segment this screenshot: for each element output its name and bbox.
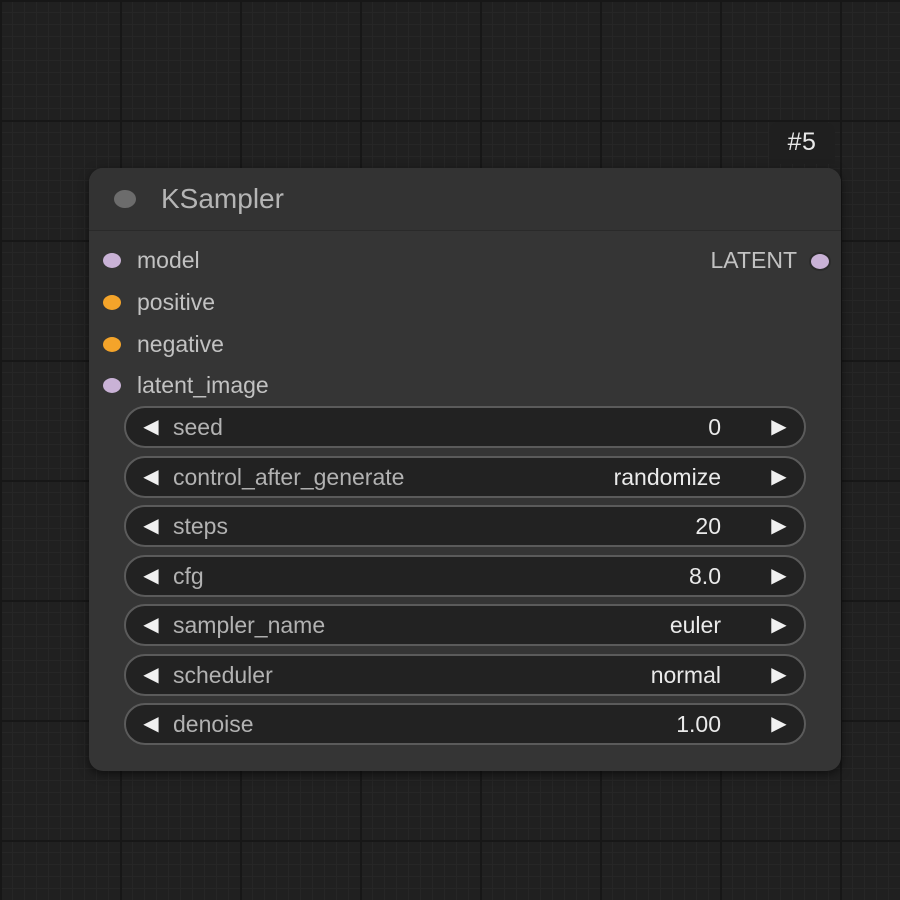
widget-value[interactable]: 0 — [708, 408, 721, 446]
collapse-toggle-icon[interactable] — [114, 190, 136, 208]
increment-arrow-icon[interactable]: ▶ — [767, 656, 791, 694]
widget-denoise[interactable]: ◀ denoise 1.00 ▶ — [124, 703, 806, 745]
widget-value[interactable]: 20 — [695, 507, 721, 545]
increment-arrow-icon[interactable]: ▶ — [767, 557, 791, 595]
widget-label: seed — [173, 414, 223, 440]
increment-arrow-icon[interactable]: ▶ — [767, 507, 791, 545]
decrement-arrow-icon[interactable]: ◀ — [139, 408, 163, 446]
increment-arrow-icon[interactable]: ▶ — [767, 458, 791, 496]
widget-label: cfg — [173, 563, 204, 589]
node-header[interactable]: KSampler — [89, 168, 841, 231]
widget-label: scheduler — [173, 662, 273, 688]
widget-value[interactable]: normal — [651, 656, 721, 694]
widget-label: denoise — [173, 711, 254, 737]
widget-label: sampler_name — [173, 612, 326, 638]
input-slot-label: model — [137, 247, 200, 273]
ksampler-node[interactable]: KSampler model positive negative latent_… — [89, 168, 841, 771]
decrement-arrow-icon[interactable]: ◀ — [139, 656, 163, 694]
widget-value[interactable]: 8.0 — [689, 557, 721, 595]
decrement-arrow-icon[interactable]: ◀ — [139, 606, 163, 644]
widget-cfg[interactable]: ◀ cfg 8.0 ▶ — [124, 555, 806, 597]
input-slot-label: latent_image — [137, 372, 269, 398]
widget-control-after-generate[interactable]: ◀ control_after_generate randomize ▶ — [124, 456, 806, 498]
decrement-arrow-icon[interactable]: ◀ — [139, 458, 163, 496]
widget-value[interactable]: 1.00 — [676, 705, 721, 743]
widget-scheduler[interactable]: ◀ scheduler normal ▶ — [124, 654, 806, 696]
increment-arrow-icon[interactable]: ▶ — [767, 408, 791, 446]
decrement-arrow-icon[interactable]: ◀ — [139, 705, 163, 743]
input-slot-dot-icon[interactable] — [103, 295, 121, 310]
input-slot-label: positive — [137, 289, 215, 315]
input-slot-dot-icon[interactable] — [103, 253, 121, 268]
graph-canvas[interactable]: #5 KSampler model positive negative late… — [0, 0, 900, 900]
widget-value[interactable]: euler — [670, 606, 721, 644]
decrement-arrow-icon[interactable]: ◀ — [139, 557, 163, 595]
input-slot-label: negative — [137, 331, 224, 357]
widget-label: control_after_generate — [173, 464, 405, 490]
output-slot-dot-icon[interactable] — [809, 252, 831, 271]
output-slot-latent[interactable]: LATENT — [631, 245, 831, 275]
node-title: KSampler — [161, 183, 284, 214]
input-slot-dot-icon[interactable] — [103, 378, 121, 393]
decrement-arrow-icon[interactable]: ◀ — [139, 507, 163, 545]
widget-sampler-name[interactable]: ◀ sampler_name euler ▶ — [124, 604, 806, 646]
widget-label: steps — [173, 513, 228, 539]
widget-steps[interactable]: ◀ steps 20 ▶ — [124, 505, 806, 547]
widget-seed[interactable]: ◀ seed 0 ▶ — [124, 406, 806, 448]
output-slot-label: LATENT — [710, 247, 797, 273]
widget-value[interactable]: randomize — [614, 458, 721, 496]
increment-arrow-icon[interactable]: ▶ — [767, 606, 791, 644]
node-id-badge: #5 — [769, 122, 835, 164]
input-slot-dot-icon[interactable] — [103, 337, 121, 352]
increment-arrow-icon[interactable]: ▶ — [767, 705, 791, 743]
